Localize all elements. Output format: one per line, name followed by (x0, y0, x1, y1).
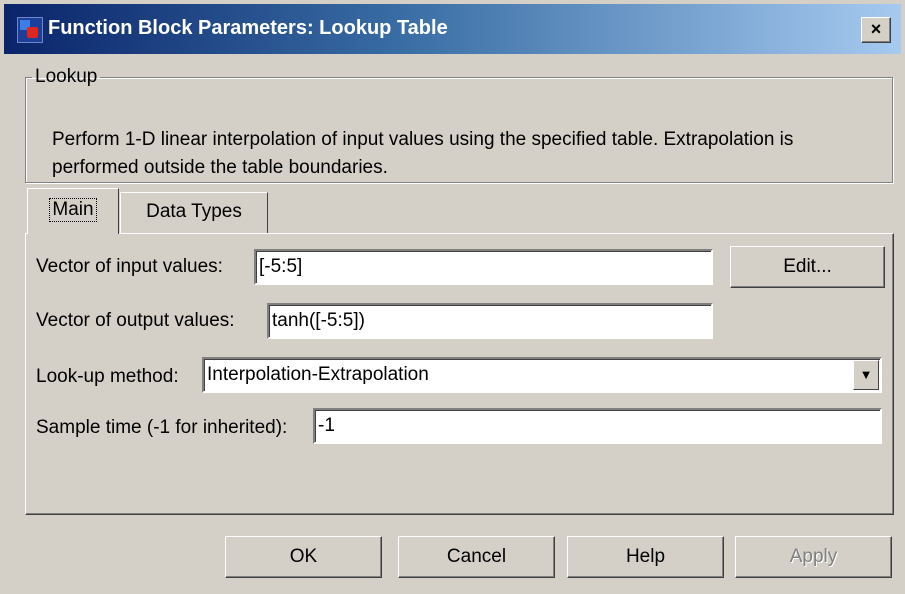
close-button[interactable]: × (861, 17, 891, 43)
simulink-app-icon (17, 17, 43, 43)
sample-time-label: Sample time (-1 for inherited): (36, 417, 288, 438)
title-bar: Function Block Parameters: Lookup Table … (4, 4, 901, 54)
lookup-method-value: Interpolation-Extrapolation (207, 364, 429, 385)
help-button[interactable]: Help (567, 536, 724, 578)
sample-time-field[interactable]: -1 (313, 408, 882, 444)
tab-main[interactable]: Main (27, 188, 119, 234)
output-values-field[interactable]: tanh([-5:5]) (267, 303, 713, 339)
ok-button[interactable]: OK (225, 536, 382, 578)
lookup-method-label: Look-up method: (36, 366, 179, 387)
tab-main-label: Main (49, 198, 97, 222)
tab-data-types[interactable]: Data Types (120, 192, 268, 233)
lookup-group-legend: Lookup (35, 66, 98, 87)
output-values-label: Vector of output values: (36, 310, 235, 331)
block-description: Perform 1-D linear interpolation of inpu… (52, 129, 794, 178)
dropdown-arrow-icon[interactable]: ▼ (853, 360, 879, 390)
apply-button[interactable]: Apply (735, 536, 892, 578)
lookup-method-dropdown[interactable]: Interpolation-Extrapolation ▼ (202, 357, 882, 393)
input-values-label: Vector of input values: (36, 256, 223, 277)
edit-button[interactable]: Edit... (730, 246, 885, 288)
tab-data-types-label: Data Types (146, 201, 242, 222)
cancel-button[interactable]: Cancel (398, 536, 555, 578)
input-values-field[interactable]: [-5:5] (254, 249, 713, 285)
window-title: Function Block Parameters: Lookup Table (48, 17, 448, 39)
lookup-groupbox: Lookup Perform 1-D linear interpolation … (25, 66, 893, 183)
